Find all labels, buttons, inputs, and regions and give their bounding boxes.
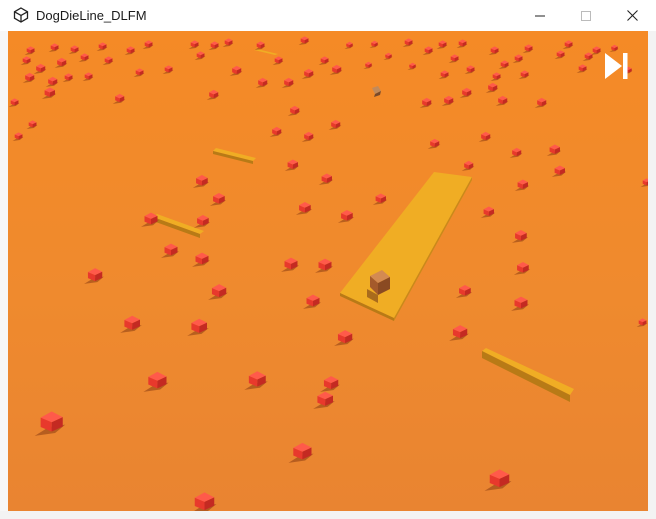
title-bar[interactable]: DogDieLine_DLFM — [0, 0, 656, 31]
window-title: DogDieLine_DLFM — [36, 8, 147, 23]
minimize-button[interactable] — [517, 0, 563, 31]
game-viewport[interactable] — [8, 31, 648, 511]
window-border-left — [0, 31, 8, 519]
minimize-icon — [535, 15, 545, 16]
close-icon — [626, 10, 638, 21]
maximize-button[interactable] — [563, 0, 609, 31]
game-window: DogDieLine_DLFM — [0, 0, 656, 519]
maximize-icon — [581, 10, 591, 21]
window-border-right — [648, 31, 656, 519]
window-border-bottom — [0, 511, 656, 519]
game-scene[interactable] — [8, 31, 648, 511]
close-button[interactable] — [609, 0, 655, 31]
skip-forward-icon[interactable] — [603, 51, 629, 81]
ground — [8, 31, 648, 511]
unity-icon — [13, 7, 29, 23]
